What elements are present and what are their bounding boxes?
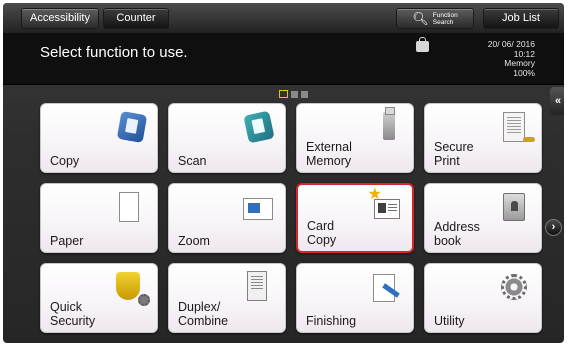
tile-label: Quick Security [50, 300, 96, 328]
tile-address-book[interactable]: Address book [424, 183, 542, 253]
job-list-button[interactable]: Job List [483, 8, 559, 29]
page-indicator [279, 90, 308, 98]
tile-duplex-combine[interactable]: Duplex/ Combine [168, 263, 286, 333]
search-icon: 🔍︎ [412, 11, 429, 26]
tile-label: Copy [50, 154, 80, 168]
gear-icon [138, 294, 150, 306]
collapse-panel-tab[interactable]: « [550, 87, 564, 115]
scan-icon [243, 110, 275, 144]
tile-finishing[interactable]: Finishing [296, 263, 414, 333]
tile-paper[interactable]: Paper [40, 183, 158, 253]
tile-label: Paper [50, 234, 84, 248]
tile-copy[interactable]: Copy [40, 103, 158, 173]
next-page-button[interactable]: › [545, 219, 562, 236]
tile-label: Finishing [306, 314, 357, 328]
status-readout: 20/ 06/ 2016 10:12 Memory 100% [488, 39, 535, 78]
star-icon: ★ [367, 186, 382, 203]
page-dot-3[interactable] [301, 91, 308, 98]
key-icon [523, 137, 535, 142]
control-panel-screen: Accessibility Counter 🔍︎ Function Search … [3, 3, 564, 343]
tile-zoom[interactable]: Zoom [168, 183, 286, 253]
page-dot-2[interactable] [291, 91, 298, 98]
usb-memory-icon [383, 107, 395, 140]
top-bar: Accessibility Counter 🔍︎ Function Search … [3, 3, 564, 33]
tile-label: Secure Print [434, 140, 474, 168]
copy-icon [116, 110, 148, 144]
tile-external-memory[interactable]: External Memory [296, 103, 414, 173]
tile-label: External Memory [306, 140, 352, 168]
tile-label: Duplex/ Combine [178, 300, 229, 328]
tile-label: Address book [434, 220, 480, 248]
function-search-button[interactable]: 🔍︎ Function Search [396, 8, 474, 29]
tile-card-copy[interactable]: ★ Card Copy [296, 183, 414, 253]
duplex-icon [247, 271, 267, 301]
lock-icon [416, 37, 429, 52]
utility-icon [501, 274, 527, 300]
function-search-label: Function Search [432, 11, 458, 26]
zoom-icon [243, 198, 273, 220]
tile-quick-security[interactable]: Quick Security [40, 263, 158, 333]
address-book-icon [503, 193, 525, 221]
secure-print-icon [503, 112, 525, 142]
tile-label: Zoom [178, 234, 210, 248]
tile-label: Utility [434, 314, 465, 328]
tile-scan[interactable]: Scan [168, 103, 286, 173]
message-area: Select function to use. 20/ 06/ 2016 10:… [3, 33, 564, 85]
message-text: Select function to use. [40, 44, 188, 61]
counter-button[interactable]: Counter [103, 8, 169, 29]
memory-value: 100% [513, 67, 535, 78]
paper-icon [119, 192, 139, 222]
page-dot-1[interactable] [279, 90, 288, 98]
accessibility-button[interactable]: Accessibility [21, 8, 99, 29]
finishing-icon [373, 274, 395, 302]
quick-security-icon [116, 272, 140, 300]
tile-utility[interactable]: Utility [424, 263, 542, 333]
tile-label: Card Copy [307, 219, 337, 247]
tile-label: Scan [178, 154, 207, 168]
tile-secure-print[interactable]: Secure Print [424, 103, 542, 173]
